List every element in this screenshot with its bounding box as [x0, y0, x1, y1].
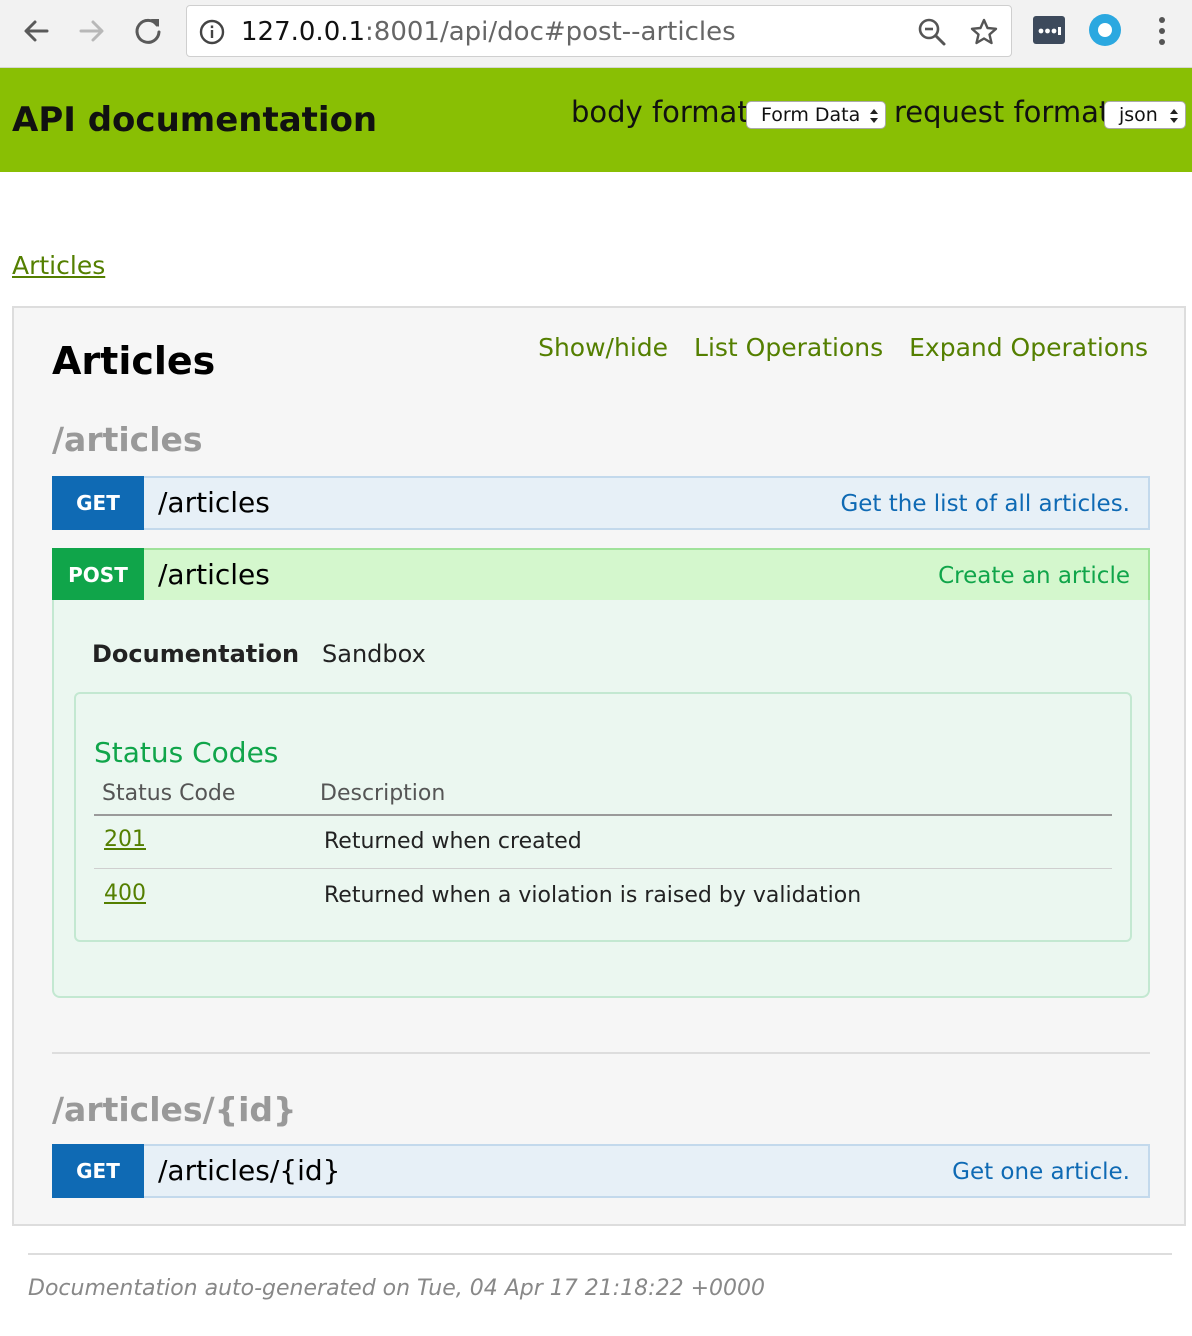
zoom-icon[interactable]	[917, 17, 947, 47]
method-badge[interactable]: GET	[52, 1144, 144, 1198]
extension-icon[interactable]	[1032, 14, 1066, 46]
resource-title: Articles	[52, 339, 216, 383]
articles-link[interactable]: Articles	[12, 250, 105, 282]
url-path: :8001/api/doc#post--articles	[365, 17, 736, 47]
status-codes-box: Status Codes Status Code Description 201…	[74, 692, 1132, 942]
address-bar[interactable]: 127.0.0.1:8001/api/doc#post--articles	[186, 5, 1012, 57]
operation-path[interactable]: /articles/{id}	[158, 1154, 340, 1188]
bookmark-star-icon[interactable]	[969, 17, 999, 47]
tab-documentation[interactable]: Documentation	[92, 638, 299, 670]
method-badge[interactable]: GET	[52, 476, 144, 530]
table-header-divider	[94, 814, 1112, 816]
status-description: Returned when created	[324, 829, 582, 854]
back-icon[interactable]	[18, 12, 54, 50]
request-format-label: request format:	[894, 95, 1120, 129]
body-format-value: Form Data	[761, 104, 861, 126]
api-header: API documentation body format: Form Data…	[0, 68, 1192, 172]
menu-dots-icon[interactable]	[1148, 14, 1176, 48]
expand-operations-link[interactable]: Expand Operations	[909, 332, 1148, 364]
footer-divider	[28, 1253, 1172, 1255]
operation-details: Documentation Sandbox Status Codes Statu…	[52, 600, 1150, 998]
tab-sandbox[interactable]: Sandbox	[322, 638, 426, 670]
resource-operations: Show/hide List Operations Expand Operati…	[538, 332, 1148, 364]
status-code-link[interactable]: 201	[104, 826, 146, 854]
select-arrows-icon	[870, 109, 878, 123]
section-divider	[52, 1052, 1150, 1054]
status-code-link[interactable]: 400	[104, 880, 146, 908]
browser-toolbar: 127.0.0.1:8001/api/doc#post--articles	[0, 0, 1192, 68]
body-format-label: body format:	[571, 95, 759, 129]
method-badge[interactable]: POST	[52, 548, 144, 602]
request-format-value: json	[1119, 104, 1158, 126]
operation-summary[interactable]: Get one article.	[952, 1156, 1130, 1188]
row-divider	[94, 868, 1112, 869]
footer-text: Documentation auto-generated on Tue, 04 …	[28, 1276, 765, 1301]
operation-summary[interactable]: Get the list of all articles.	[840, 488, 1130, 520]
column-header-description: Description	[320, 781, 446, 806]
body-format-select[interactable]: Form Data	[746, 101, 886, 129]
operation-get-articles[interactable]: GET /articles Get the list of all articl…	[52, 476, 1150, 530]
forward-icon[interactable]	[74, 12, 110, 50]
status-description: Returned when a violation is raised by v…	[324, 883, 862, 908]
show-hide-link[interactable]: Show/hide	[538, 332, 668, 364]
operation-summary[interactable]: Create an article	[938, 560, 1130, 592]
column-header-status-code: Status Code	[102, 781, 236, 806]
request-format-select[interactable]: json	[1104, 101, 1186, 129]
extension-circle-icon[interactable]	[1088, 13, 1122, 47]
operation-post-articles[interactable]: POST /articles Create an article	[52, 548, 1150, 602]
operation-get-article-by-id[interactable]: GET /articles/{id} Get one article.	[52, 1144, 1150, 1198]
resource-panel: Articles Show/hide List Operations Expan…	[12, 306, 1186, 1226]
operation-path[interactable]: /articles	[158, 486, 270, 520]
info-icon[interactable]	[199, 19, 225, 45]
select-arrows-icon	[1170, 109, 1178, 123]
reload-icon[interactable]	[130, 12, 166, 50]
url-text[interactable]: 127.0.0.1:8001/api/doc#post--articles	[241, 16, 736, 48]
section-heading[interactable]: /articles	[52, 420, 203, 460]
operation-path[interactable]: /articles	[158, 558, 270, 592]
list-operations-link[interactable]: List Operations	[694, 332, 883, 364]
status-codes-title: Status Codes	[94, 736, 279, 769]
header-title: API documentation	[12, 100, 378, 140]
url-host: 127.0.0.1	[241, 17, 366, 47]
section-heading[interactable]: /articles/{id}	[52, 1090, 297, 1130]
